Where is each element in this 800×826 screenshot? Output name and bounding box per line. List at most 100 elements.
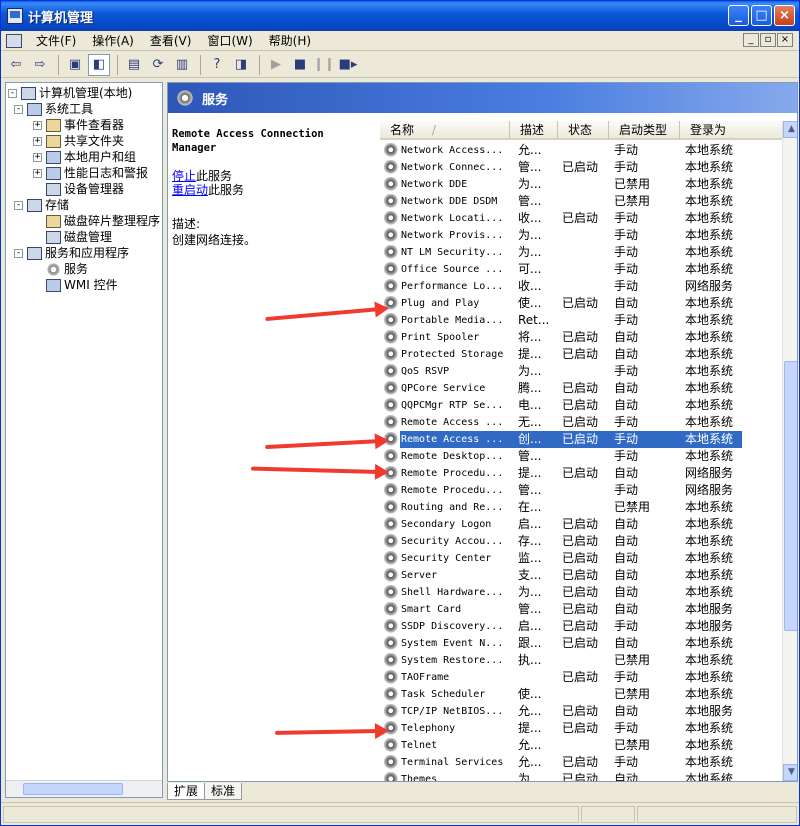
console-tree[interactable]: - 计算机管理(本地) - 系统工具 + 事件查看器 + 共享文件夹 + 本地用… — [5, 82, 163, 798]
scroll-thumb[interactable] — [784, 361, 797, 631]
column-header-status[interactable]: 状态 — [558, 121, 609, 140]
scroll-thumb[interactable] — [23, 783, 123, 795]
collapse-toggle[interactable]: - — [8, 88, 17, 98]
tree-item-disk-management[interactable]: 磁盘管理 — [46, 229, 112, 245]
service-row[interactable]: Task Scheduler 使... 已禁用 本地系统 — [380, 686, 742, 703]
collapse-toggle[interactable]: - — [14, 200, 23, 210]
service-row[interactable]: QQPCMgr RTP Se... 电... 已启动 自动 本地系统 — [380, 397, 742, 414]
column-header-logon-as[interactable]: 登录为 — [680, 121, 784, 140]
column-header-description[interactable]: 描述 — [510, 121, 558, 140]
service-row[interactable]: Remote Desktop... 管... 手动 本地系统 — [380, 448, 742, 465]
expand-toggle[interactable]: + — [33, 152, 42, 162]
restart-service-link[interactable]: 重启动 — [172, 183, 208, 197]
service-row[interactable]: Telnet 允... 已禁用 本地系统 — [380, 737, 742, 754]
pause-icon[interactable]: ❙❙ — [313, 54, 335, 76]
service-row[interactable]: Server 支... 已启动 自动 本地系统 — [380, 567, 742, 584]
stop-icon[interactable]: ■ — [289, 54, 311, 76]
refresh-icon[interactable]: ⟳ — [147, 54, 169, 76]
show-hide-tree-icon[interactable]: ◧ — [88, 53, 110, 76]
service-row[interactable]: System Event N... 跟... 已启动 自动 本地系统 — [380, 635, 742, 652]
maximize-button[interactable]: □ — [751, 5, 772, 26]
tree-item-local-users[interactable]: + 本地用户和组 — [33, 149, 136, 165]
help-icon[interactable]: ? — [206, 54, 228, 76]
restart-icon[interactable]: ■▸ — [337, 54, 359, 76]
service-row[interactable]: Portable Media... Ret... 手动 本地系统 — [380, 312, 742, 329]
export-list-icon[interactable]: ▥ — [171, 54, 193, 76]
services-vertical-scrollbar[interactable]: ▲ ▼ — [782, 121, 797, 781]
expand-toggle[interactable]: + — [33, 136, 42, 146]
service-row[interactable]: NT LM Security... 为... 手动 本地系统 — [380, 244, 742, 261]
tree-item-device-manager[interactable]: 设备管理器 — [46, 181, 124, 197]
service-row[interactable]: Network Locati... 收... 已启动 手动 本地系统 — [380, 210, 742, 227]
service-row[interactable]: Shell Hardware... 为... 已启动 自动 本地系统 — [380, 584, 742, 601]
service-row[interactable]: Secondary Logon 启... 已启动 自动 本地系统 — [380, 516, 742, 533]
services-list[interactable]: 名称 / 描述 状态 启动类型 登录为 Network Access... 允..… — [380, 121, 784, 781]
service-row[interactable]: Themes 为... 已启动 自动 本地系统 — [380, 771, 742, 781]
tree-item-disk-defragmenter[interactable]: 磁盘碎片整理程序 — [46, 213, 160, 229]
expand-toggle[interactable]: + — [33, 120, 42, 130]
service-row[interactable]: Print Spooler 将... 已启动 自动 本地系统 — [380, 329, 742, 346]
service-row[interactable]: Routing and Re... 在... 已禁用 本地系统 — [380, 499, 742, 516]
tab-extended[interactable]: 扩展 — [167, 783, 206, 800]
service-row[interactable]: SSDP Discovery... 启... 已启动 手动 本地服务 — [380, 618, 742, 635]
service-row[interactable]: Remote Procedu... 管... 手动 网络服务 — [380, 482, 742, 499]
service-row[interactable]: Security Center 监... 已启动 自动 本地系统 — [380, 550, 742, 567]
tab-standard[interactable]: 标准 — [204, 783, 243, 800]
mdi-close-button[interactable]: × — [777, 33, 793, 47]
tree-item-wmi-control[interactable]: WMI 控件 — [46, 277, 118, 293]
service-row[interactable]: System Restore... 执... 已禁用 本地系统 — [380, 652, 742, 669]
service-row[interactable]: QPCore Service 腾... 已启动 自动 本地系统 — [380, 380, 742, 397]
service-row[interactable]: Performance Lo... 收... 手动 网络服务 — [380, 278, 742, 295]
tree-item-services-and-applications[interactable]: - 服务和应用程序 — [14, 245, 129, 261]
tree-item-system-tools[interactable]: - 系统工具 — [14, 101, 93, 117]
service-row[interactable]: Security Accou... 存... 已启动 自动 本地系统 — [380, 533, 742, 550]
collapse-toggle[interactable]: - — [14, 104, 23, 114]
tree-item-performance-logs[interactable]: + 性能日志和警报 — [33, 165, 148, 181]
service-row[interactable]: Protected Storage 提... 已启动 自动 本地系统 — [380, 346, 742, 363]
title-bar[interactable]: 计算机管理 _ □ × — [1, 1, 799, 31]
service-row[interactable]: QoS RSVP 为... 手动 本地系统 — [380, 363, 742, 380]
service-row[interactable]: Network Connec... 管... 已启动 手动 本地系统 — [380, 159, 742, 176]
forward-arrow-icon[interactable]: ⇨ — [29, 54, 51, 76]
service-row[interactable]: Network Access... 允... 手动 本地系统 — [380, 142, 742, 159]
mdi-minimize-button[interactable]: _ — [743, 33, 759, 47]
service-row[interactable]: Remote Procedu... 提... 已启动 自动 网络服务 — [380, 465, 742, 482]
service-row[interactable]: Telephony 提... 已启动 手动 本地系统 — [380, 720, 742, 737]
mdi-restore-button[interactable]: ▫ — [760, 33, 776, 47]
service-row[interactable]: Smart Card 管... 已启动 自动 本地服务 — [380, 601, 742, 618]
tree-item-shared-folders[interactable]: + 共享文件夹 — [33, 133, 124, 149]
back-arrow-icon[interactable]: ⇦ — [5, 54, 27, 76]
service-row[interactable]: Network DDE 为... 已禁用 本地系统 — [380, 176, 742, 193]
up-folder-icon[interactable]: ▣ — [64, 54, 86, 76]
service-row[interactable]: Remote Access ... 创... 已启动 手动 本地系统 — [380, 431, 742, 448]
menu-help[interactable]: 帮助(H) — [261, 32, 319, 50]
scroll-up-icon[interactable]: ▲ — [783, 121, 797, 138]
service-row[interactable]: TAOFrame 已启动 手动 本地系统 — [380, 669, 742, 686]
system-menu-icon[interactable] — [6, 33, 22, 48]
start-icon[interactable]: ▶ — [265, 54, 287, 76]
description-icon[interactable]: ◨ — [230, 54, 252, 76]
collapse-toggle[interactable]: - — [14, 248, 23, 258]
column-header-startup-type[interactable]: 启动类型 — [609, 121, 680, 140]
service-row[interactable]: Network Provis... 为... 手动 本地系统 — [380, 227, 742, 244]
close-button[interactable]: × — [774, 5, 795, 26]
tree-item-computer-management[interactable]: - 计算机管理(本地) — [8, 85, 132, 101]
menu-action[interactable]: 操作(A) — [84, 32, 142, 50]
menu-view[interactable]: 查看(V) — [142, 32, 200, 50]
tree-item-storage[interactable]: - 存储 — [14, 197, 69, 213]
scroll-down-icon[interactable]: ▼ — [783, 764, 797, 781]
tree-item-event-viewer[interactable]: + 事件查看器 — [33, 117, 124, 133]
service-row[interactable]: Remote Access ... 无... 已启动 手动 本地系统 — [380, 414, 742, 431]
stop-service-link[interactable]: 停止 — [172, 169, 196, 183]
menu-window[interactable]: 窗口(W) — [199, 32, 260, 50]
minimize-button[interactable]: _ — [728, 5, 749, 26]
properties-icon[interactable]: ▤ — [123, 54, 145, 76]
service-row[interactable]: Plug and Play 使... 已启动 自动 本地系统 — [380, 295, 742, 312]
expand-toggle[interactable]: + — [33, 168, 42, 178]
service-row[interactable]: Office Source ... 可... 手动 本地系统 — [380, 261, 742, 278]
menu-file[interactable]: 文件(F) — [28, 32, 84, 50]
tree-horizontal-scrollbar[interactable] — [6, 780, 162, 797]
tree-item-services[interactable]: 服务 — [46, 261, 88, 277]
service-row[interactable]: TCP/IP NetBIOS... 允... 已启动 自动 本地服务 — [380, 703, 742, 720]
service-row[interactable]: Terminal Services 允... 已启动 手动 本地系统 — [380, 754, 742, 771]
